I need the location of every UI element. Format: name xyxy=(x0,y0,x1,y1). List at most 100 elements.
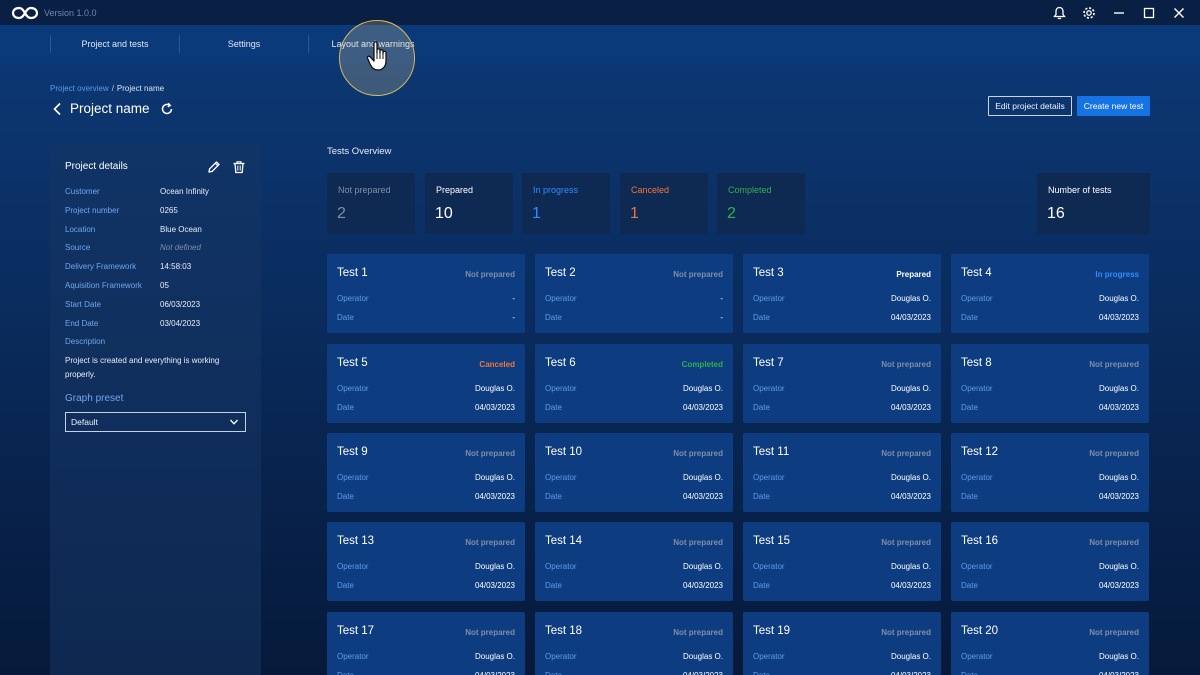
breadcrumb-current: Project name xyxy=(116,84,165,93)
stat-card-canceled[interactable]: Canceled 1 xyxy=(620,173,708,234)
date-value: - xyxy=(720,313,723,322)
test-card[interactable]: Test 10 Not prepared Operator Douglas O. Dat… xyxy=(535,433,733,512)
back-arrow-icon[interactable] xyxy=(52,102,62,116)
stat-label: Number of tests xyxy=(1048,185,1112,195)
stat-value: 16 xyxy=(1047,205,1065,222)
stat-card-prepared[interactable]: Prepared 10 xyxy=(425,173,513,234)
operator-label: Operator xyxy=(545,652,577,661)
operator-value: Douglas O. xyxy=(474,562,515,571)
test-card[interactable]: Test 17 Not prepared Operator Douglas O. Dat… xyxy=(327,612,525,675)
test-name: Test 5 xyxy=(337,357,368,369)
maximize-icon[interactable] xyxy=(1142,6,1156,20)
date-value: 04/03/2023 xyxy=(890,403,931,412)
date-label: Date xyxy=(337,313,354,322)
test-card[interactable]: Test 8 Not prepared Operator Douglas O. Date… xyxy=(951,344,1149,423)
test-status-badge: Not prepared xyxy=(465,538,515,547)
operator-label: Operator xyxy=(961,473,993,482)
breadcrumb-project-overview[interactable]: Project overview xyxy=(50,84,109,93)
date-label: Date xyxy=(545,403,562,412)
tests-overview-title: Tests Overview xyxy=(327,146,392,157)
test-name: Test 10 xyxy=(545,446,583,458)
create-new-test-button[interactable]: Create new test xyxy=(1077,96,1150,116)
pencil-edit-icon[interactable] xyxy=(207,160,221,174)
test-status-badge: Not prepared xyxy=(673,628,723,637)
test-card[interactable]: Test 19 Not prepared Operator Douglas O. Dat… xyxy=(743,612,941,675)
date-value: 04/03/2023 xyxy=(683,671,723,675)
date-label: Date xyxy=(337,492,354,501)
operator-value: Douglas O. xyxy=(682,384,723,393)
test-status-badge: Not prepared xyxy=(1089,538,1139,547)
stat-card-in-progress[interactable]: In progress 1 xyxy=(522,173,610,234)
stat-card-not-prepared[interactable]: Not prepared 2 xyxy=(327,173,415,234)
edit-project-details-button[interactable]: Edit project details xyxy=(988,96,1072,116)
infinity-logo-icon xyxy=(12,6,38,19)
operator-value: - xyxy=(720,294,723,303)
date-label: Date xyxy=(545,313,562,322)
date-value: 04/03/2023 xyxy=(474,492,515,501)
stat-card-number-of-tests: Number of tests 16 xyxy=(1037,173,1150,234)
date-label: Date xyxy=(961,581,978,590)
date-value: - xyxy=(512,313,515,322)
operator-value: Douglas O. xyxy=(682,562,723,571)
test-card[interactable]: Test 7 Not prepared Operator Douglas O. Date… xyxy=(743,344,941,423)
operator-value: Douglas O. xyxy=(890,652,931,661)
test-card[interactable]: Test 2 Not prepared Operator - Date - xyxy=(535,254,733,333)
operator-label: Operator xyxy=(753,384,785,393)
test-card[interactable]: Test 1 Not prepared Operator - Date - xyxy=(327,254,525,333)
operator-value: Douglas O. xyxy=(1098,652,1139,661)
test-card[interactable]: Test 20 Not prepared Operator Douglas O. Dat… xyxy=(951,612,1149,675)
date-value: 04/03/2023 xyxy=(682,492,723,501)
tab-settings[interactable]: Settings xyxy=(180,39,308,49)
operator-value: Douglas O. xyxy=(682,652,723,661)
tab-project-and-tests[interactable]: Project and tests xyxy=(51,39,179,49)
gear-icon[interactable] xyxy=(1082,6,1096,20)
test-card[interactable]: Test 9 Not prepared Operator Douglas O. Date… xyxy=(327,433,525,512)
test-card[interactable]: Test 13 Not prepared Operator Douglas O. Dat… xyxy=(327,522,525,601)
test-name: Test 18 xyxy=(545,625,583,637)
test-card[interactable]: Test 11 Not prepared Operator Douglas O. Dat… xyxy=(743,433,941,512)
project-details-title: Project details xyxy=(65,161,128,172)
operator-label: Operator xyxy=(961,294,993,303)
test-card[interactable]: Test 15 Not prepared Operator Douglas O. Dat… xyxy=(743,522,941,601)
operator-label: Operator xyxy=(753,562,785,571)
date-label: Date xyxy=(961,403,978,412)
stat-value: 2 xyxy=(727,205,736,222)
date-label: Date xyxy=(961,313,978,322)
test-card[interactable]: Test 16 Not prepared Operator Douglas O. Dat… xyxy=(951,522,1149,601)
graph-preset-select[interactable]: Default xyxy=(65,412,246,432)
stat-value: 10 xyxy=(435,205,453,222)
test-status-badge: Not prepared xyxy=(1089,360,1139,369)
test-name: Test 3 xyxy=(753,267,784,279)
date-value: 04/03/2023 xyxy=(1098,581,1139,590)
trash-delete-icon[interactable] xyxy=(232,160,246,174)
close-icon[interactable] xyxy=(1172,6,1186,20)
detail-row-delivery-framework: Delivery Framework 14:58:03 xyxy=(65,262,250,271)
test-card[interactable]: Test 14 Not prepared Operator Douglas O. Dat… xyxy=(535,522,733,601)
breadcrumb: Project overview / Project name xyxy=(50,84,164,93)
test-card[interactable]: Test 6 Completed Operator Douglas O. Date 04/… xyxy=(535,344,733,423)
minimize-icon[interactable] xyxy=(1112,6,1126,20)
bell-icon[interactable] xyxy=(1052,6,1066,20)
date-label: Date xyxy=(753,492,770,501)
detail-label: Location xyxy=(65,225,96,234)
date-label: Date xyxy=(753,403,770,412)
test-status-badge: Not prepared xyxy=(881,538,931,547)
test-status-badge: Not prepared xyxy=(881,628,931,637)
date-label: Date xyxy=(545,671,562,675)
test-card[interactable]: Test 12 Not prepared Operator Douglas O. Dat… xyxy=(951,433,1149,512)
test-card[interactable]: Test 4 In progress Operator Douglas O. Date 0… xyxy=(951,254,1149,333)
test-status-badge: Not prepared xyxy=(465,449,515,458)
date-value: 04/03/2023 xyxy=(682,403,723,412)
operator-label: Operator xyxy=(753,294,785,303)
stat-card-completed[interactable]: Completed 2 xyxy=(717,173,805,234)
test-card[interactable]: Test 18 Not prepared Operator Douglas O. Dat… xyxy=(535,612,733,675)
test-card[interactable]: Test 5 Canceled Operator Douglas O. Date 04/0… xyxy=(327,344,525,423)
test-card[interactable]: Test 3 Prepared Operator Douglas O. Date 04/0… xyxy=(743,254,941,333)
detail-label: Project number xyxy=(65,206,120,215)
date-value: 04/03/2023 xyxy=(474,581,515,590)
test-name: Test 15 xyxy=(753,535,791,547)
operator-label: Operator xyxy=(337,384,369,393)
nav-bar: Project and tests Settings Layout and wa… xyxy=(0,25,1200,63)
detail-value: 0265 xyxy=(160,206,178,215)
refresh-icon[interactable] xyxy=(160,102,174,116)
